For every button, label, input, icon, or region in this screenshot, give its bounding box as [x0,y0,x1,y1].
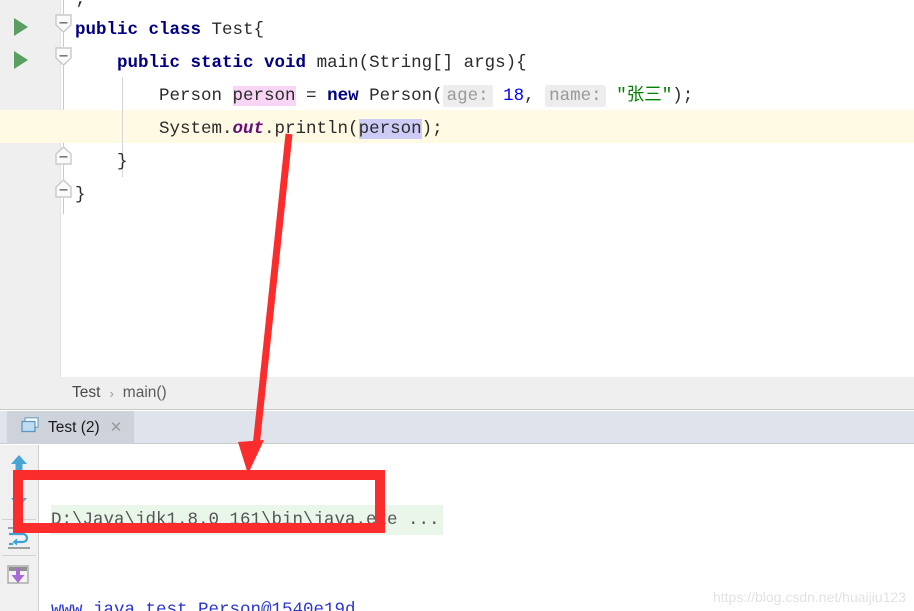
code-token: System. [75,119,233,139]
code-token: .println( [264,119,359,139]
soft-wrap-icon[interactable] [6,524,32,550]
run-tab-label: Test (2) [48,418,100,436]
print-icon[interactable] [6,563,32,589]
code-token: person [232,86,296,106]
console-command-text: D:\Java\jdk1.8.0_161\bin\java.exe ... [51,505,443,535]
code-token: ; [75,0,86,10]
breadcrumb[interactable]: Test › main() [0,377,914,410]
code-token: "张三" [616,86,673,106]
code-line[interactable]: public class Test{ [60,14,914,47]
run-method-gutter-icon[interactable] [14,51,28,69]
code-token: name: [545,85,606,107]
code-token: Person( [369,86,443,106]
code-token: out [232,119,265,139]
code-token: } [75,185,86,205]
watermark: https://blog.csdn.net/huaijiu123 [712,589,906,605]
code-line[interactable]: } [60,146,914,179]
breadcrumb-separator-icon: › [109,385,114,401]
code-line[interactable]: } [60,179,914,212]
console-object-link[interactable]: www.java.test.Person@1540e19d [51,600,356,611]
scroll-down-icon[interactable] [6,485,32,511]
code-token: main(String[] args){ [316,53,527,73]
console-line-command: D:\Java\jdk1.8.0_161\bin\java.exe ... [51,505,914,535]
run-tab-test[interactable]: Test (2) ✕ [7,411,135,444]
code-token: ); [672,86,694,106]
code-token: Test{ [211,20,265,40]
code-token: 18 [503,86,525,106]
run-configuration-icon [21,417,40,438]
code-line[interactable]: public static void main(String[] args){ [60,47,914,80]
code-token: = [295,86,328,106]
code-token: person [358,119,422,139]
code-token: public class [75,20,212,40]
run-class-gutter-icon[interactable] [14,18,28,36]
close-icon[interactable]: ✕ [110,420,123,435]
code-token: age: [442,85,493,107]
code-token: } [75,152,128,172]
code-token: Person [75,86,233,106]
intellij-idea-window: ; public class Test{ public static void m… [0,0,914,611]
code-token: ); [421,119,443,139]
run-tool-window-tabbar: Test (2) ✕ [0,411,914,444]
editor-gutter[interactable] [0,0,60,377]
code-line[interactable]: ; [60,0,914,14]
code-editor[interactable]: ; public class Test{ public static void m… [0,0,914,377]
scroll-up-icon[interactable] [6,451,32,477]
code-token: , [524,86,546,106]
code-line[interactable]: Person person = new Person(age: 18, name… [60,80,914,113]
console-toolbar [0,445,38,611]
code-text[interactable]: ; public class Test{ public static void m… [60,0,914,377]
breadcrumb-method[interactable]: main() [123,384,167,402]
toolbar-divider-1 [2,519,36,520]
console-output[interactable]: D:\Java\jdk1.8.0_161\bin\java.exe ... ww… [39,445,914,611]
breadcrumb-class[interactable]: Test [72,384,100,402]
toolbar-divider-2 [2,555,36,556]
code-token: new [327,86,370,106]
code-line[interactable]: System.out.println(person); [60,113,914,146]
code-token: public static void [117,53,317,73]
run-console: D:\Java\jdk1.8.0_161\bin\java.exe ... ww… [0,445,914,611]
